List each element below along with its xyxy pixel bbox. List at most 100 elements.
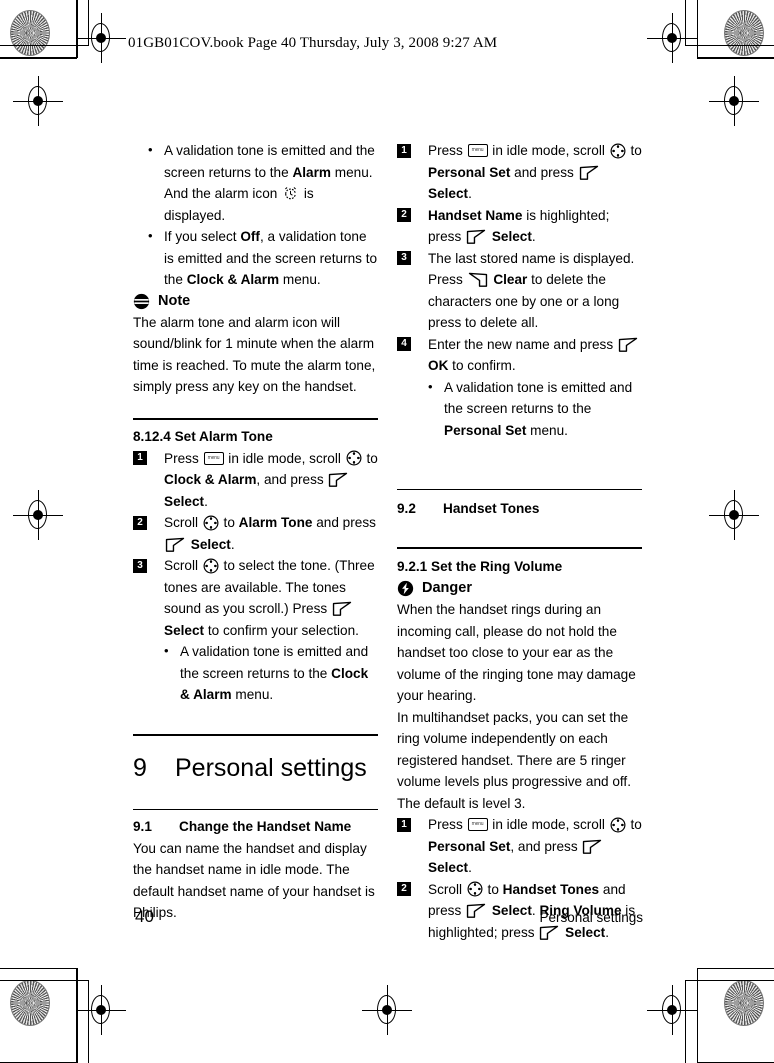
emphasis-text: Handset Tones <box>502 881 600 897</box>
trim-line-top-left-h2 <box>0 45 89 46</box>
emphasis-text: OK <box>428 358 449 373</box>
trim-line-bottom-left-v <box>77 968 78 1063</box>
registration-mark-left-lower <box>13 490 63 540</box>
chapter-heading-9: 9 Personal settings <box>133 752 378 784</box>
four-way-scroll-key-icon <box>467 881 483 897</box>
step-text: Press menu in idle mode, scroll to Clock… <box>164 450 378 509</box>
registration-mark-bottom-left <box>76 985 126 1035</box>
left-soft-key-icon <box>332 601 352 616</box>
trim-line-bottom-left-h <box>0 968 77 969</box>
trim-line-top-right-h2 <box>685 45 774 46</box>
menu-key-icon: menu <box>467 818 488 831</box>
alarm-result-bullets: A validation tone is emitted and the scr… <box>133 139 378 291</box>
heading-9-2: 9.2 Handset Tones <box>397 499 642 519</box>
trim-line-top-right-v <box>697 0 698 58</box>
registration-mark-top-right <box>647 13 697 63</box>
heading-8-12-4: 8.12.4 Set Alarm Tone <box>133 428 273 444</box>
left-column: A validation tone is emitted and the scr… <box>133 139 378 924</box>
left-soft-key-icon <box>329 472 348 487</box>
heading-9-1-number: 9.1 <box>133 818 152 834</box>
footer-page-number: 40 <box>135 907 154 926</box>
trim-line-bottom-right-h2 <box>685 980 774 981</box>
emphasis-text: Clock & Alarm <box>164 472 257 487</box>
emphasis-text: Personal Set <box>444 422 527 438</box>
emphasis-text: Clock & Alarm <box>180 665 369 703</box>
emphasis-text: Personal Set <box>428 838 511 854</box>
heading-9-1-title: Change the Handset Name <box>179 818 352 834</box>
step-text: Enter the new name and press OK to confi… <box>428 337 640 373</box>
left-soft-key-icon <box>579 165 598 180</box>
step-text: Handset Name is highlighted; press Selec… <box>428 207 610 245</box>
danger-admonition-header: Danger <box>397 578 642 599</box>
heading-9-1: 9.1 Change the Handset Name <box>133 817 378 837</box>
right-column: Press menu in idle mode, scroll to Perso… <box>397 140 642 943</box>
menu-key-icon: menu <box>467 144 488 157</box>
bullet-text: A validation tone is emitted and the scr… <box>164 143 375 223</box>
registration-mark-bottom-right <box>647 985 697 1035</box>
step-sub-bullets: A validation tone is emitted and the scr… <box>428 376 642 442</box>
four-way-scroll-key-icon <box>203 558 219 573</box>
starburst-swatch-top-left <box>10 10 50 56</box>
section-9-1-body: You can name the handset and display the… <box>133 840 375 921</box>
four-way-scroll-key-icon <box>610 817 626 832</box>
left-soft-key-icon <box>165 537 185 552</box>
step-text: Press menu in idle mode, scroll to Perso… <box>428 143 642 201</box>
list-item: A validation tone is emitted and the scr… <box>133 139 378 226</box>
step-item: Press menu in idle mode, scroll to Clock… <box>133 448 378 513</box>
four-way-scroll-key-icon <box>203 515 219 530</box>
left-soft-key-icon <box>583 839 602 854</box>
emphasis-text: Alarm Tone <box>238 515 313 530</box>
emphasis-text: Select <box>190 536 231 552</box>
chapter-number: 9 <box>133 753 147 782</box>
danger-body: When the handset rings during an incomin… <box>397 602 636 703</box>
registration-mark-right-lower <box>709 490 759 540</box>
list-item: A validation tone is emitted and the scr… <box>428 376 642 442</box>
emphasis-text: Select <box>491 229 532 244</box>
starburst-swatch-bottom-right <box>724 980 764 1026</box>
emphasis-text: Alarm <box>292 164 331 180</box>
trim-line-top-left-h <box>0 58 77 59</box>
steps-change-handset-name: Press menu in idle mode, scroll to Perso… <box>397 140 642 441</box>
list-item: If you select Off, a validation tone is … <box>133 225 378 291</box>
starburst-swatch-top-right <box>724 10 764 56</box>
step-item: Press menu in idle mode, scroll to Perso… <box>397 814 642 879</box>
bullet-text: A validation tone is emitted and the scr… <box>444 379 633 438</box>
chapter-title: Personal settings <box>175 753 367 782</box>
step-sub-bullets: A validation tone is emitted and the scr… <box>164 640 378 706</box>
note-icon <box>133 293 150 309</box>
step-text: The last stored name is displayed. Press… <box>428 250 635 331</box>
danger-icon <box>397 580 414 597</box>
step-item: The last stored name is displayed. Press… <box>397 248 642 334</box>
heading-9-2-number: 9.2 <box>397 501 416 516</box>
left-soft-key-icon <box>618 337 638 352</box>
four-way-scroll-key-icon <box>610 143 626 158</box>
step-text: Scroll to select the tone. (Three tones … <box>164 558 375 638</box>
trim-line-top-right-h <box>697 58 774 59</box>
emphasis-text: Clock & Alarm <box>186 272 280 287</box>
step-item: Scroll to Alarm Tone and press Select. <box>133 512 378 555</box>
step-item: Handset Name is highlighted; press Selec… <box>397 205 642 248</box>
bullet-text: If you select Off, a validation tone is … <box>164 229 378 287</box>
note-admonition-header: Note <box>133 291 378 312</box>
list-item: A validation tone is emitted and the scr… <box>164 640 378 706</box>
emphasis-text: Select <box>164 493 205 509</box>
note-body: The alarm tone and alarm icon will sound… <box>133 314 376 395</box>
emphasis-text: Handset Name <box>428 207 523 223</box>
right-soft-key-icon <box>468 272 487 287</box>
trim-line-top-left-v <box>77 0 78 58</box>
note-label: Note <box>158 292 191 309</box>
registration-mark-right-upper <box>709 76 759 126</box>
emphasis-text: Select <box>428 186 469 201</box>
heading-9-2-title: Handset Tones <box>443 501 540 516</box>
trim-line-bottom-left-h2 <box>0 980 89 981</box>
left-soft-key-icon <box>466 903 486 918</box>
step-text: Scroll to Alarm Tone and press Select. <box>164 515 376 552</box>
footer-chapter-title: Personal settings <box>539 910 643 925</box>
registration-mark-bottom-center <box>362 985 412 1035</box>
book-file-header: 01GB01COV.book Page 40 Thursday, July 3,… <box>128 35 498 51</box>
emphasis-text: Off <box>240 229 260 244</box>
trim-line-bottom-right-h <box>697 968 774 969</box>
emphasis-text: Select <box>565 924 606 940</box>
heading-9-2-1: 9.2.1 Set the Ring Volume <box>397 559 563 574</box>
step-item: Scroll to select the tone. (Three tones … <box>133 555 378 706</box>
